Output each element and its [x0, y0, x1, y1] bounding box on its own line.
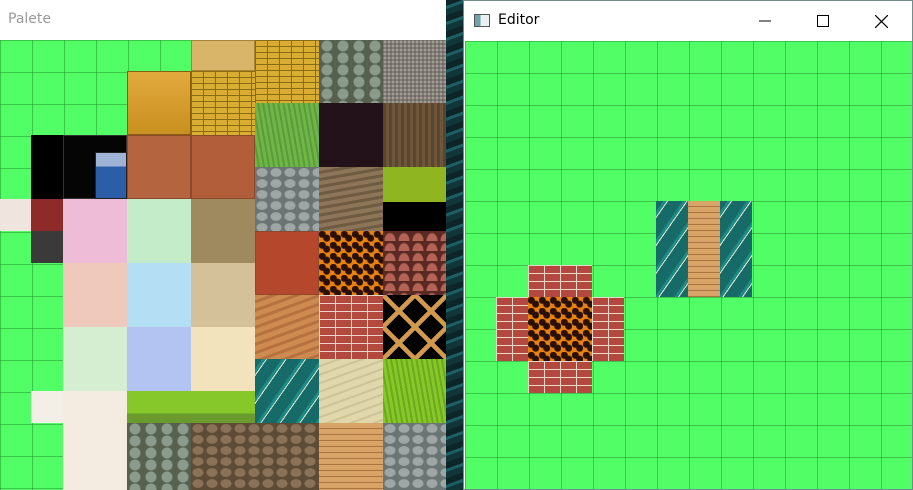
- palette-tile-grid[interactable]: [0, 40, 446, 490]
- palette-tile-dirt-wave[interactable]: [319, 167, 383, 231]
- editor-titlebar[interactable]: Editor: [464, 1, 912, 41]
- palette-tile-gold-brick-top[interactable]: [255, 40, 319, 103]
- palette-tile-gold-block[interactable]: [127, 71, 191, 135]
- map-tile-lava-center[interactable]: [528, 297, 592, 361]
- palette-titlebar[interactable]: Palete: [0, 0, 446, 40]
- palette-tile-snow[interactable]: [0, 199, 31, 231]
- palette-tile-cobblestone[interactable]: [255, 167, 319, 231]
- palette-tile-window[interactable]: [95, 152, 127, 199]
- palette-tile-sandstone[interactable]: [191, 40, 255, 71]
- map-tile-brick-right[interactable]: [592, 297, 624, 361]
- palette-tile-brick[interactable]: [319, 295, 383, 359]
- palette-tile-grass-edge[interactable]: [383, 167, 446, 231]
- palette-tile-leafy-grass[interactable]: [255, 103, 319, 167]
- palette-tile-peach[interactable]: [63, 263, 127, 327]
- editor-window[interactable]: Editor: [463, 0, 913, 490]
- editor-map-canvas[interactable]: [465, 41, 912, 489]
- minimize-button[interactable]: [736, 1, 794, 41]
- palette-tile-red-velvet[interactable]: [31, 199, 63, 231]
- palette-tile-white-fence[interactable]: [31, 391, 63, 423]
- palette-title: Palete: [8, 11, 51, 27]
- palette-tile-crate[interactable]: [383, 295, 446, 359]
- palette-tile-periwinkle[interactable]: [127, 327, 191, 391]
- palette-tile-mossy-stone[interactable]: [319, 40, 383, 103]
- palette-tile-grass-top[interactable]: [127, 391, 255, 423]
- palette-tile-dark-gray[interactable]: [31, 231, 63, 263]
- palette-tile-pink[interactable]: [63, 199, 127, 263]
- palette-tile-bark[interactable]: [383, 103, 446, 167]
- palette-tile-dark-plant[interactable]: [31, 135, 63, 199]
- map-tile-brick-top[interactable]: [528, 265, 592, 297]
- palette-tile-wood-plank[interactable]: [319, 423, 383, 490]
- palette-tile-tan[interactable]: [191, 263, 255, 327]
- minimize-icon: [759, 20, 771, 22]
- palette-tile-gravel[interactable]: [383, 40, 446, 103]
- palette-tile-gray-cobble[interactable]: [383, 423, 446, 490]
- palette-tile-red-clay[interactable]: [255, 231, 319, 295]
- map-tile-water-right[interactable]: [720, 201, 752, 297]
- palette-tile-dark-void[interactable]: [319, 103, 383, 167]
- map-tile-brick-bottom[interactable]: [528, 361, 592, 393]
- app-window-icon: [474, 14, 490, 27]
- palette-tile-rocky-dirt[interactable]: [191, 423, 319, 490]
- palette-tile-clay[interactable]: [127, 135, 191, 199]
- maximize-icon: [817, 15, 829, 27]
- palette-tile-clay-panel[interactable]: [191, 135, 255, 199]
- close-button[interactable]: [852, 1, 910, 41]
- palette-tile-gold-brick[interactable]: [191, 71, 255, 135]
- maximize-button[interactable]: [794, 1, 852, 41]
- palette-tile-lava[interactable]: [319, 231, 383, 295]
- palette-window[interactable]: Palete: [0, 0, 446, 490]
- palette-tile-stone-path[interactable]: [127, 423, 191, 490]
- palette-tile-light-blue[interactable]: [127, 263, 191, 327]
- palette-tile-sand-dune[interactable]: [255, 295, 319, 359]
- map-tile-brick-left[interactable]: [496, 297, 528, 361]
- palette-tile-scales[interactable]: [383, 231, 446, 295]
- map-tile-wood-bridge[interactable]: [688, 201, 720, 297]
- palette-tile-pale-green[interactable]: [63, 327, 127, 391]
- palette-tile-cream[interactable]: [191, 327, 255, 391]
- close-icon: [874, 14, 888, 28]
- map-tile-water-left[interactable]: [656, 201, 688, 297]
- palette-tile-water[interactable]: [255, 359, 319, 423]
- palette-tile-khaki[interactable]: [191, 199, 255, 263]
- palette-tile-mint[interactable]: [127, 199, 191, 263]
- palette-tile-bright-grass[interactable]: [383, 359, 446, 423]
- palette-tile-sand[interactable]: [319, 359, 383, 423]
- palette-tile-ivory[interactable]: [63, 391, 127, 490]
- editor-title: Editor: [498, 12, 540, 28]
